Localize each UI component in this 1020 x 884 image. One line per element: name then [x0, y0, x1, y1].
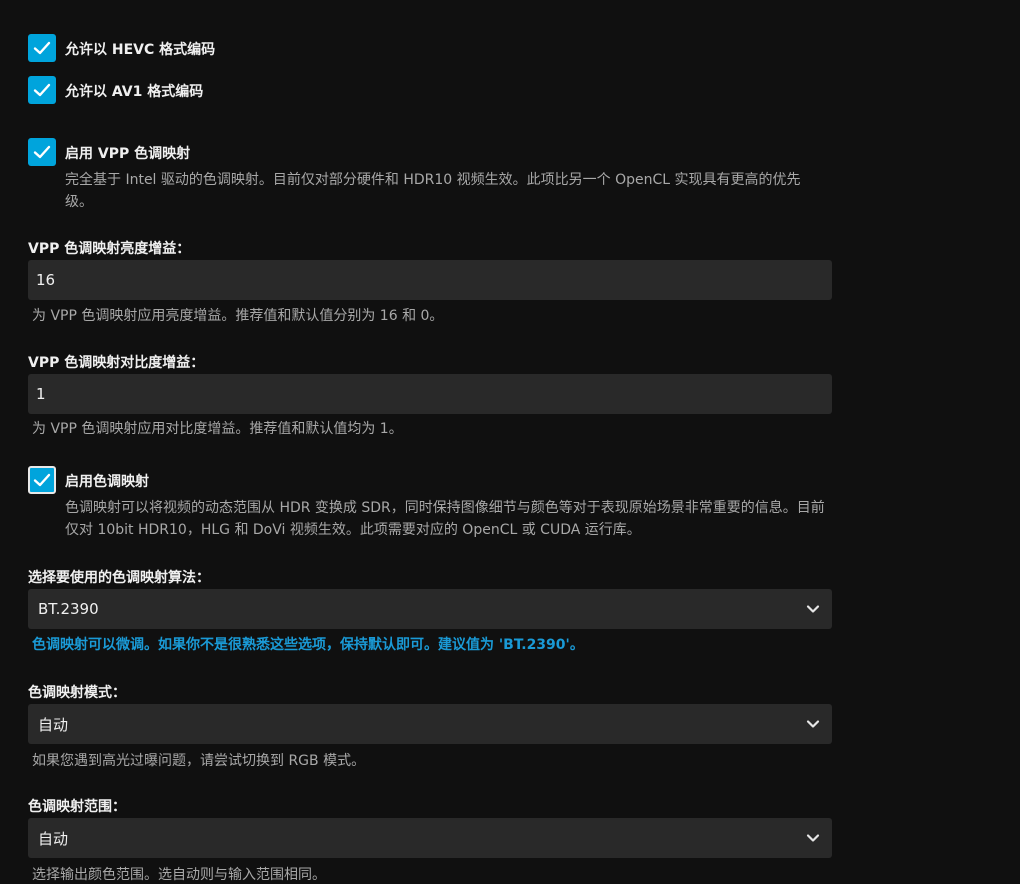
- vpp-tonemap-checkbox[interactable]: [28, 138, 56, 166]
- tonemap-checkbox-label: 启用色调映射: [65, 474, 149, 490]
- checkbox-row-vpp-tonemap[interactable]: 启用 VPP 色调映射: [28, 138, 190, 166]
- hevc-checkbox[interactable]: [28, 34, 56, 62]
- tonemap-range-select[interactable]: 自动: [28, 818, 832, 858]
- vpp-contrast-input[interactable]: 1: [28, 374, 832, 414]
- chevron-down-icon: [806, 720, 820, 728]
- check-icon: [33, 145, 51, 159]
- check-icon: [33, 41, 51, 55]
- tonemap-mode-hint: 如果您遇到高光过曝问题，请尝试切换到 RGB 模式。: [32, 753, 366, 769]
- av1-checkbox[interactable]: [28, 76, 56, 104]
- vpp-contrast-hint: 为 VPP 色调映射应用对比度增益。推荐值和默认值均为 1。: [32, 421, 403, 437]
- hevc-checkbox-label: 允许以 HEVC 格式编码: [65, 42, 216, 58]
- vpp-tonemap-checkbox-label: 启用 VPP 色调映射: [65, 146, 191, 162]
- vpp-brightness-label: VPP 色调映射亮度增益：: [28, 241, 191, 257]
- check-icon: [33, 473, 51, 487]
- vpp-brightness-input[interactable]: 16: [28, 260, 832, 300]
- checkbox-row-hevc[interactable]: 允许以 HEVC 格式编码: [28, 34, 215, 62]
- tonemap-range-hint: 选择输出颜色范围。选自动则与输入范围相同。: [32, 867, 326, 883]
- check-icon: [33, 83, 51, 97]
- tonemap-mode-value: 自动: [38, 715, 69, 734]
- av1-checkbox-label: 允许以 AV1 格式编码: [65, 84, 204, 100]
- tonemap-checkbox[interactable]: [28, 466, 56, 494]
- checkbox-row-tonemap[interactable]: 启用色调映射: [28, 466, 149, 494]
- chevron-down-icon: [806, 605, 820, 613]
- vpp-contrast-label: VPP 色调映射对比度增益：: [28, 355, 205, 371]
- vpp-brightness-hint: 为 VPP 色调映射应用亮度增益。推荐值和默认值分别为 16 和 0。: [32, 308, 444, 324]
- tonemap-range-value: 自动: [38, 829, 69, 848]
- tonemap-algorithm-hint: 色调映射可以微调。如果你不是很熟悉这些选项，保持默认即可。建议值为 'BT.23…: [32, 637, 584, 653]
- vpp-tonemap-description: 完全基于 Intel 驱动的色调映射。目前仅对部分硬件和 HDR10 视频生效。…: [65, 172, 801, 210]
- transcoding-settings-panel: 允许以 HEVC 格式编码 允许以 AV1 格式编码 启用 VPP 色调映射 完…: [0, 0, 1020, 884]
- chevron-down-icon: [806, 834, 820, 842]
- tonemap-range-label: 色调映射范围：: [28, 799, 126, 815]
- checkbox-row-av1[interactable]: 允许以 AV1 格式编码: [28, 76, 203, 104]
- tonemap-algorithm-value: BT.2390: [38, 600, 99, 618]
- tonemap-algorithm-label: 选择要使用的色调映射算法：: [28, 570, 210, 586]
- tonemap-mode-label: 色调映射模式：: [28, 685, 126, 701]
- tonemap-algorithm-select[interactable]: BT.2390: [28, 589, 832, 629]
- tonemap-description: 色调映射可以将视频的动态范围从 HDR 变换成 SDR，同时保持图像细节与颜色等…: [65, 500, 825, 538]
- tonemap-mode-select[interactable]: 自动: [28, 704, 832, 744]
